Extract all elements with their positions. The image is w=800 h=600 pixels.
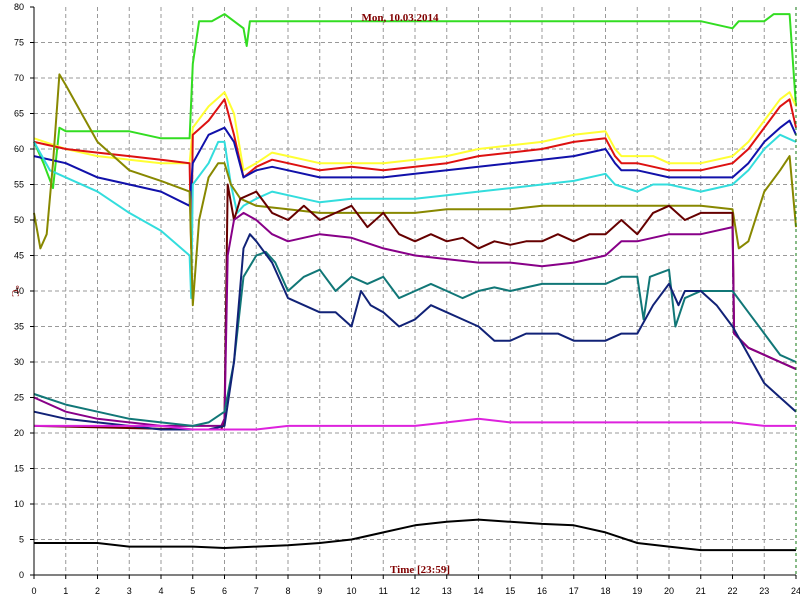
x-tick-label: 7 bbox=[254, 586, 259, 596]
y-tick-label: 65 bbox=[14, 109, 24, 119]
chart-title: Mon, 10.03.2014 bbox=[362, 12, 440, 24]
x-tick-label: 16 bbox=[537, 586, 547, 596]
y-tick-label: 15 bbox=[14, 464, 24, 474]
y-tick-label: 80 bbox=[14, 2, 24, 12]
y-tick-label: 0 bbox=[19, 570, 24, 580]
y-tick-label: 70 bbox=[14, 73, 24, 83]
x-tick-label: 24 bbox=[791, 586, 800, 596]
x-tick-label: 4 bbox=[158, 586, 163, 596]
x-tick-label: 6 bbox=[222, 586, 227, 596]
x-axis-label: Time [23:59] bbox=[390, 564, 450, 576]
x-tick-label: 5 bbox=[190, 586, 195, 596]
x-tick-label: 2 bbox=[95, 586, 100, 596]
x-tick-label: 3 bbox=[127, 586, 132, 596]
y-tick-label: 30 bbox=[14, 357, 24, 367]
y-tick-label: 45 bbox=[14, 251, 24, 261]
y-tick-label: 5 bbox=[19, 535, 24, 545]
x-tick-label: 21 bbox=[696, 586, 706, 596]
y-tick-label: 75 bbox=[14, 38, 24, 48]
x-tick-label: 10 bbox=[346, 586, 356, 596]
y-tick-label: 20 bbox=[14, 428, 24, 438]
y-tick-label: 35 bbox=[14, 322, 24, 332]
x-tick-label: 20 bbox=[664, 586, 674, 596]
x-tick-label: 14 bbox=[473, 586, 483, 596]
y-tick-label: 25 bbox=[14, 393, 24, 403]
y-tick-label: 10 bbox=[14, 499, 24, 509]
y-tick-label: 50 bbox=[14, 215, 24, 225]
x-tick-label: 17 bbox=[569, 586, 579, 596]
x-tick-label: 15 bbox=[505, 586, 515, 596]
x-tick-label: 22 bbox=[727, 586, 737, 596]
x-tick-label: 12 bbox=[410, 586, 420, 596]
x-tick-label: 0 bbox=[31, 586, 36, 596]
x-tick-label: 13 bbox=[442, 586, 452, 596]
x-tick-label: 18 bbox=[600, 586, 610, 596]
x-tick-label: 9 bbox=[317, 586, 322, 596]
y-tick-label: 60 bbox=[14, 144, 24, 154]
x-tick-label: 11 bbox=[379, 586, 388, 596]
y-axis-label: °C bbox=[9, 285, 21, 297]
x-tick-label: 8 bbox=[285, 586, 290, 596]
y-tick-label: 55 bbox=[14, 180, 24, 190]
x-tick-label: 23 bbox=[759, 586, 769, 596]
x-tick-label: 19 bbox=[632, 586, 642, 596]
temperature-chart: 0 1 2 3 4 5 6 7 8 9 10 11 12 13 14 15 16 17 18 19 20 21 22 23 24… bbox=[0, 0, 800, 600]
x-tick-label: 1 bbox=[63, 586, 68, 596]
